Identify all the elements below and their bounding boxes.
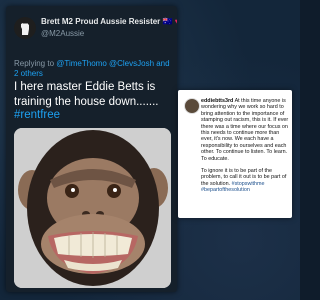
tweet-screenshot: Brett M2 Proud Aussie Resister 🇦🇺 ♥ @M2A… xyxy=(6,6,177,292)
instagram-username[interactable]: eddiebtts3rd xyxy=(201,98,233,104)
hashtag-link[interactable]: #rentfree xyxy=(14,109,60,121)
author-name-row[interactable]: Brett M2 Proud Aussie Resister 🇦🇺 ♥ xyxy=(41,17,177,26)
reply-prefix: Replying to xyxy=(14,59,55,68)
heart-icon: ♥ xyxy=(175,17,177,26)
flag-emoji-icon: 🇦🇺 xyxy=(162,17,173,26)
instagram-post-screenshot: eddiebtts3rd At this time anyone is wond… xyxy=(178,90,292,218)
author-name[interactable]: Brett M2 Proud Aussie Resister xyxy=(41,17,160,26)
author-handle[interactable]: @M2Aussie xyxy=(41,29,84,38)
tweet-text: I here master Eddie Betts is training th… xyxy=(14,81,159,108)
instagram-avatar[interactable] xyxy=(184,98,200,114)
chimpanzee-image xyxy=(14,128,171,288)
tweet-media-image[interactable] xyxy=(14,128,171,288)
raised-fist-icon xyxy=(21,23,29,35)
caption-paragraph-1: At this time anyone is wondering why we … xyxy=(201,98,289,162)
reply-context: Replying to @TimeThomo @ClevsJosh and 2 … xyxy=(14,59,172,79)
instagram-caption: eddiebtts3rd At this time anyone is wond… xyxy=(201,98,289,200)
avatar[interactable] xyxy=(14,17,36,39)
